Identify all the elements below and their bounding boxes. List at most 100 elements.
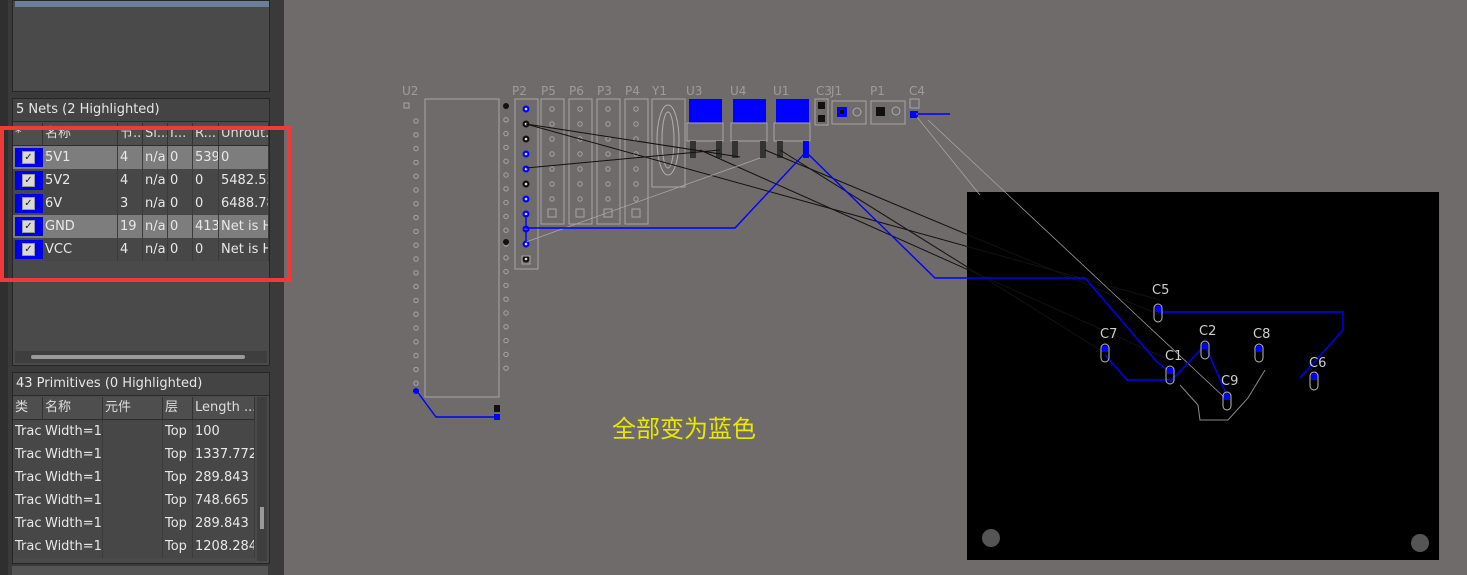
u2-pin — [413, 270, 419, 276]
component-label: P6 — [569, 84, 584, 98]
capacitor-pad — [1224, 394, 1230, 400]
capacitor-pad — [1202, 343, 1208, 349]
u2-pin — [503, 103, 509, 109]
u2-pin — [413, 256, 419, 262]
u2-pin — [413, 297, 419, 304]
u2-pin — [503, 227, 509, 233]
component-connectors[interactable] — [814, 98, 920, 126]
capacitor-label: C1 — [1165, 349, 1182, 364]
header-pin — [577, 196, 583, 202]
header-pin — [549, 106, 555, 112]
capacitor-label: C7 — [1100, 327, 1117, 342]
u2-pin — [413, 214, 419, 221]
u2-pin — [503, 324, 509, 330]
capacitor-pad — [1155, 306, 1161, 312]
header-pin — [633, 121, 639, 127]
header-pin — [633, 106, 639, 112]
p2-pin-hole — [524, 107, 528, 111]
u2-pin — [503, 130, 509, 137]
u2-pin — [503, 144, 509, 151]
pcb-canvas[interactable]: U2 P2 P5 P6 P3 P4 Y1 U3 U4 U1 C3J1 P1 C4 C5 C7 C2 C8 C1 C… — [0, 0, 1467, 575]
component-label: P1 — [870, 84, 885, 98]
component-label: U3 — [686, 84, 702, 98]
capacitor-label: C5 — [1152, 283, 1169, 298]
header-pin — [605, 181, 611, 187]
u2-pin — [503, 282, 509, 289]
u2-pin — [503, 213, 509, 220]
header-body — [540, 98, 565, 225]
u2-pin — [503, 268, 509, 275]
p2-pin-hole — [524, 242, 528, 246]
component-label: P3 — [597, 84, 612, 98]
component-y1[interactable] — [651, 98, 686, 188]
u2-pin — [413, 187, 419, 193]
u2-pin — [413, 145, 419, 152]
header-pad — [575, 208, 585, 218]
u2-pin — [413, 325, 419, 331]
header-pad — [547, 208, 557, 218]
header-pin — [577, 121, 583, 127]
p2-pin-hole — [524, 182, 528, 186]
component-regulators[interactable] — [686, 99, 811, 158]
component-label: P4 — [625, 84, 640, 98]
header-pin — [577, 166, 583, 172]
annotation-text: 全部变为蓝色 — [612, 415, 756, 443]
component-label: U2 — [402, 84, 418, 98]
u2-pin — [413, 339, 419, 345]
u2-pin — [503, 255, 509, 261]
component-u2[interactable] — [403, 98, 509, 398]
header-body — [568, 98, 593, 225]
u2-pin — [503, 239, 509, 245]
capacitor-label: C8 — [1253, 327, 1270, 342]
header-pin — [605, 121, 611, 127]
u2-pin — [503, 172, 509, 178]
capacitor-label: C2 — [1199, 324, 1216, 339]
u2-pin — [413, 352, 419, 359]
component-label: U4 — [730, 84, 746, 98]
header-pin — [549, 151, 555, 157]
u2-pin — [503, 365, 509, 371]
capacitor-pad — [1167, 368, 1173, 374]
u2-pin — [413, 283, 419, 290]
header-pin — [549, 196, 555, 202]
header-pin — [577, 106, 583, 112]
header-pin — [633, 166, 639, 172]
p2-pin-hole — [524, 152, 528, 156]
header-pin — [549, 166, 555, 172]
header-pin — [605, 136, 611, 142]
u2-pin — [503, 337, 509, 344]
header-pad — [603, 208, 613, 218]
component-label: P2 — [512, 84, 527, 98]
header-pin — [549, 136, 555, 142]
header-pin — [549, 181, 555, 187]
header-pin — [605, 196, 611, 202]
header-pin — [633, 181, 639, 187]
u2-pin — [413, 118, 419, 124]
u2-pin — [413, 380, 419, 386]
header-pin — [577, 151, 583, 157]
header-pin — [633, 196, 639, 202]
p2-pin-hole — [524, 212, 528, 216]
u2-pin — [413, 242, 419, 248]
capacitor-pad — [1102, 346, 1108, 352]
u2-pin — [413, 159, 419, 166]
header-pad — [631, 208, 641, 218]
component-label: C3 — [816, 84, 832, 98]
u2-pin — [413, 201, 419, 207]
header-pin — [605, 106, 611, 112]
u2-pin — [413, 228, 419, 235]
capacitor-label: C9 — [1221, 374, 1238, 389]
capacitor-label: C6 — [1309, 356, 1326, 371]
u2-pin — [503, 351, 509, 358]
mounting-hole — [1411, 534, 1429, 552]
header-pin — [605, 151, 611, 157]
component-label: U1 — [773, 84, 789, 98]
header-pin — [605, 166, 611, 172]
u2-pin — [503, 158, 509, 164]
u2-pin — [413, 311, 419, 317]
component-label: Y1 — [651, 84, 667, 98]
u2-pin — [503, 199, 509, 206]
u2-pin — [503, 310, 509, 316]
p2-pin-hole — [524, 137, 528, 141]
u2-pin — [413, 132, 419, 138]
